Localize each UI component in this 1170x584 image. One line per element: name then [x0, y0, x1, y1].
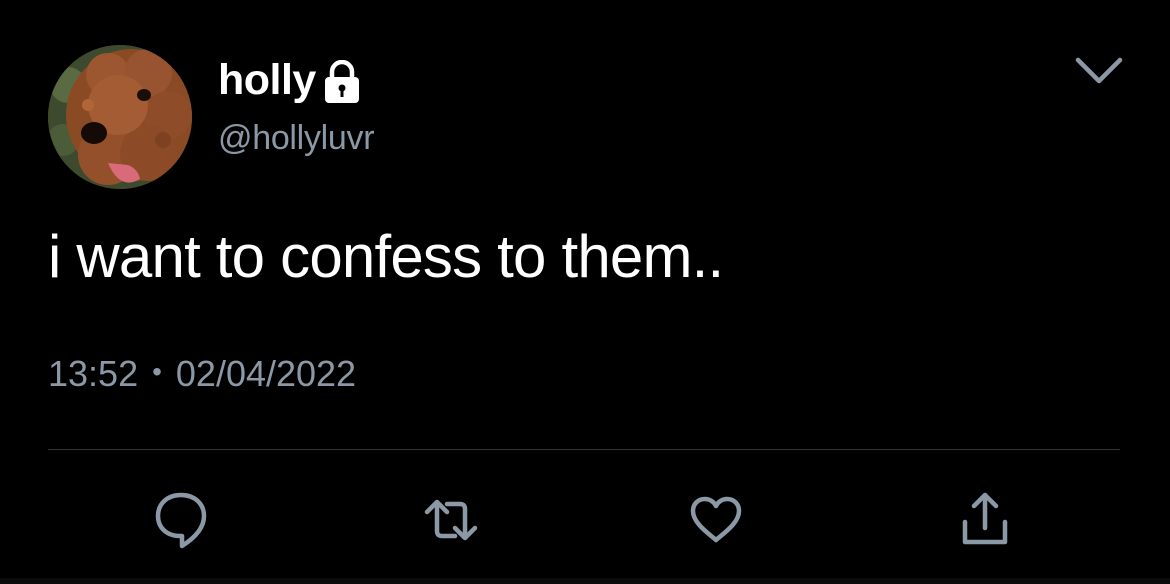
display-name-row: holly [218, 52, 362, 108]
tweet-timestamp[interactable]: 13:52 • 02/04/2022 [48, 350, 356, 398]
tweet-card: holly @hollyluvr i want to confess to th… [0, 0, 1170, 584]
avatar[interactable] [48, 45, 192, 189]
tweet-text: i want to confess to them.. [48, 223, 724, 290]
share-icon [962, 492, 1008, 545]
retweet-button[interactable] [411, 480, 491, 560]
reply-button[interactable] [141, 480, 221, 560]
poodle-avatar [48, 45, 192, 189]
like-icon [690, 496, 742, 543]
tweet-time: 13:52 [48, 353, 139, 394]
tweet-date: 02/04/2022 [175, 353, 357, 394]
bottom-edge [0, 578, 1170, 584]
meta-separator: • [152, 356, 162, 387]
action-bar [0, 480, 1170, 560]
share-button[interactable] [945, 480, 1025, 560]
user-handle[interactable]: @hollyluvr [218, 116, 375, 160]
like-button[interactable] [676, 480, 756, 560]
display-name[interactable]: holly [218, 52, 316, 108]
lock-icon [322, 59, 362, 104]
retweet-icon [424, 499, 478, 541]
divider [48, 449, 1120, 450]
chevron-down-icon[interactable] [1072, 50, 1126, 90]
reply-icon [155, 492, 207, 549]
